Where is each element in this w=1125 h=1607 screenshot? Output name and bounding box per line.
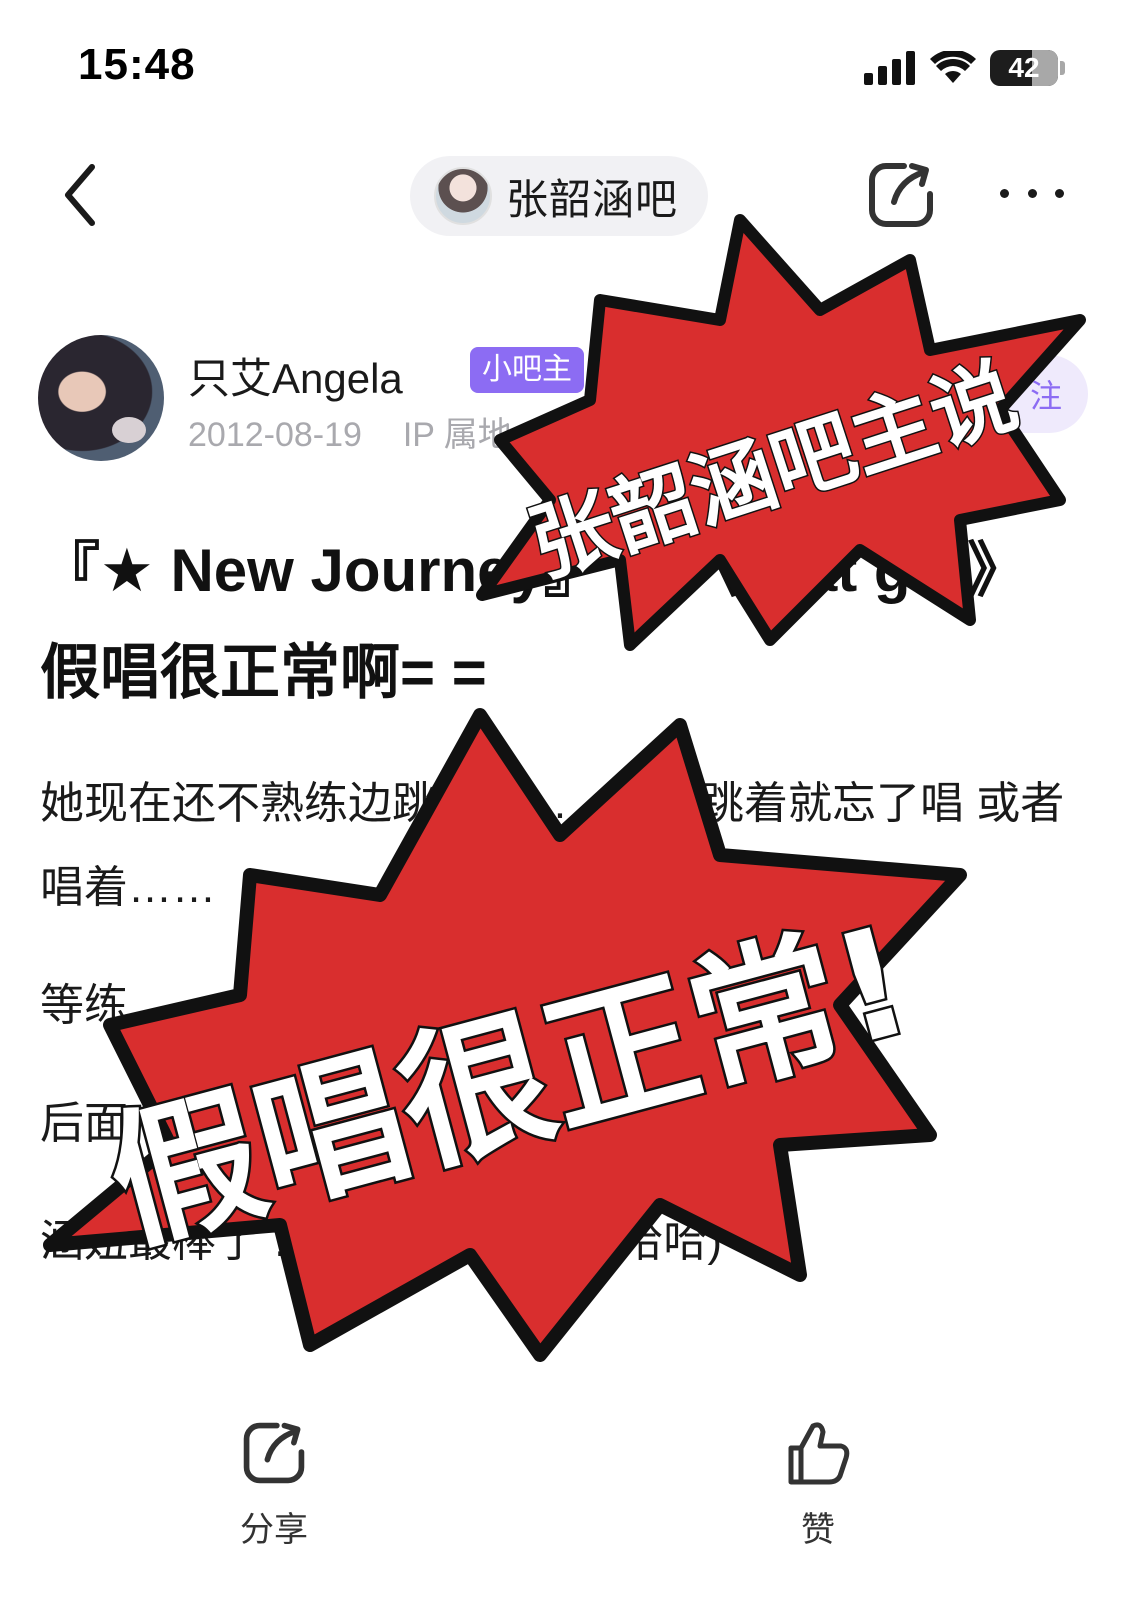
post-date: 2012-08-19 <box>188 416 362 454</box>
post-paragraph: 涵妞最棒了 ……节目也不错#(哈哈) <box>40 1217 722 1266</box>
share-button-top[interactable] <box>864 158 938 232</box>
chevron-left-icon <box>65 164 95 226</box>
author-row: 只艾Angela 小吧主 Lv 2012-08-19 IP 属地 注 <box>38 335 1088 465</box>
follow-button[interactable]: 注 <box>978 355 1088 433</box>
status-bar: 15:48 42 <box>0 0 1125 130</box>
cellular-signal-icon <box>864 51 915 85</box>
post-title: 『★ New Journey』 ... 《that girl》假唱很正常啊= = <box>40 537 1028 706</box>
like-label: 赞 <box>801 1511 835 1549</box>
author-name[interactable]: 只艾Angela <box>188 345 403 406</box>
thumbs-up-icon <box>788 1422 850 1485</box>
post-paragraph: 她现在还不熟练边跳边唱……跳着跳着就忘了唱 或者唱着…… <box>40 779 1065 912</box>
post-meta: 2012-08-19 IP 属地 <box>188 407 512 456</box>
post-body: 她现在还不熟练边跳边唱……跳着跳着就忘了唱 或者唱着…… 等练…… 后面……好久… <box>40 762 1070 1318</box>
bottom-bar: 分享 赞 <box>0 1400 1125 1607</box>
share-icon <box>243 1422 305 1484</box>
post-paragraph: 后面……好久没听到……的live了 <box>40 1099 679 1148</box>
more-icon <box>1000 188 1009 198</box>
owner-badge: 小吧主 <box>470 347 584 393</box>
ip-location: IP 属地 <box>402 416 512 454</box>
forum-name: 张韶涵吧 <box>506 175 679 223</box>
level-badge: Lv <box>590 347 650 393</box>
battery-icon: 42 <box>990 50 1058 86</box>
battery-nub <box>1060 61 1065 75</box>
post-paragraph: 等练…… <box>40 981 216 1030</box>
wifi-icon <box>930 51 976 83</box>
forum-pill[interactable]: 张韶涵吧 <box>410 156 708 236</box>
back-button[interactable] <box>50 160 110 230</box>
forum-avatar <box>434 167 492 225</box>
share-icon <box>869 163 933 227</box>
share-label: 分享 <box>240 1511 308 1549</box>
status-icons: 42 <box>864 48 1065 88</box>
more-button[interactable] <box>1000 178 1064 208</box>
share-button[interactable]: 分享 <box>204 1418 344 1551</box>
like-button[interactable]: 赞 <box>748 1418 888 1551</box>
avatar[interactable] <box>38 335 164 461</box>
status-time: 15:48 <box>78 40 196 89</box>
nav-bar: 张韶涵吧 <box>0 140 1125 250</box>
battery-level: 42 <box>1008 52 1040 83</box>
